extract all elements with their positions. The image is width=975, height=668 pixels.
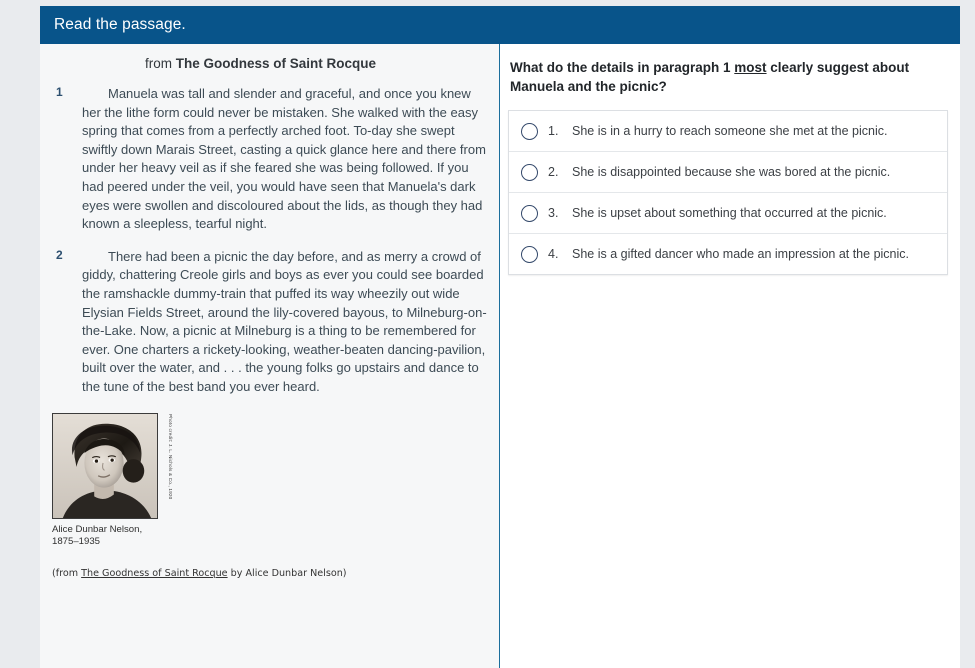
passage-title-work: The Goodness of Saint Rocque xyxy=(175,56,377,71)
question-stem: What do the details in paragraph 1 most … xyxy=(510,58,930,96)
passage-title: from The Goodness of Saint Rocque xyxy=(40,56,499,71)
figure-caption: Alice Dunbar Nelson, 1875–1935 xyxy=(52,524,182,548)
radio-button-icon[interactable] xyxy=(521,245,538,263)
content-panes: from The Goodness of Saint Rocque 1 Manu… xyxy=(40,44,960,668)
passage-title-prefix: from xyxy=(144,56,176,71)
answer-options-list: 1. She is in a hurry to reach someone sh… xyxy=(508,110,948,275)
question-emphasis: most xyxy=(734,60,767,75)
answer-option-number: 3. xyxy=(548,206,559,220)
paragraph-text: There had been a picnic the day before, … xyxy=(82,248,487,394)
question-pane: What do the details in paragraph 1 most … xyxy=(500,44,960,668)
answer-option-3[interactable]: 3. She is upset about something that occ… xyxy=(509,193,947,234)
photo-credit: Photo credit: J. L. Nichols & Co., 1920 xyxy=(168,413,173,499)
paragraph-text: Manuela was tall and slender and gracefu… xyxy=(82,86,486,232)
question-text-before: What do the details in paragraph 1 xyxy=(510,60,735,75)
paragraph-number: 1 xyxy=(56,85,63,99)
answer-option-number: 4. xyxy=(548,247,559,261)
page-title: Read the passage. xyxy=(54,16,186,33)
radio-button-icon[interactable] xyxy=(521,204,538,222)
answer-option-4[interactable]: 4. She is a gifted dancer who made an im… xyxy=(509,234,947,274)
answer-option-label: She is upset about something that occurr… xyxy=(572,206,887,220)
assessment-page: Read the passage. from The Goodness of S… xyxy=(0,0,975,668)
paragraph-number: 2 xyxy=(56,247,63,262)
source-close: by Alice Dunbar Nelson) xyxy=(227,567,347,579)
answer-option-label: She is in a hurry to reach someone she m… xyxy=(572,124,888,138)
figure-caption-name: Alice Dunbar Nelson, xyxy=(52,523,143,535)
passage-pane: from The Goodness of Saint Rocque 1 Manu… xyxy=(40,44,500,668)
answer-option-label: She is disappointed because she was bore… xyxy=(572,165,891,179)
portrait-photo-graphic xyxy=(53,413,157,518)
answer-option-label: She is a gifted dancer who made an impre… xyxy=(572,247,909,261)
answer-option-number: 1. xyxy=(548,124,559,138)
passage-figure: Photo credit: J. L. Nichols & Co., 1920 … xyxy=(52,412,192,548)
portrait-photo xyxy=(52,412,158,519)
answer-option-2[interactable]: 2. She is disappointed because she was b… xyxy=(509,152,947,193)
radio-button-icon[interactable] xyxy=(521,163,538,181)
answer-option-number: 2. xyxy=(548,165,559,179)
source-citation: (from The Goodness of Saint Rocque by Al… xyxy=(52,568,499,579)
passage-paragraph: 1 Manuela was tall and slender and grace… xyxy=(40,85,499,234)
source-work: The Goodness of Saint Rocque xyxy=(81,567,228,579)
source-open: (from xyxy=(52,567,82,579)
answer-option-1[interactable]: 1. She is in a hurry to reach someone sh… xyxy=(509,111,947,152)
radio-button-icon[interactable] xyxy=(521,122,538,140)
page-header: Read the passage. xyxy=(40,6,960,44)
passage-paragraph: 2 There had been a picnic the day before… xyxy=(40,248,499,397)
figure-caption-dates: 1875–1935 xyxy=(52,535,101,547)
